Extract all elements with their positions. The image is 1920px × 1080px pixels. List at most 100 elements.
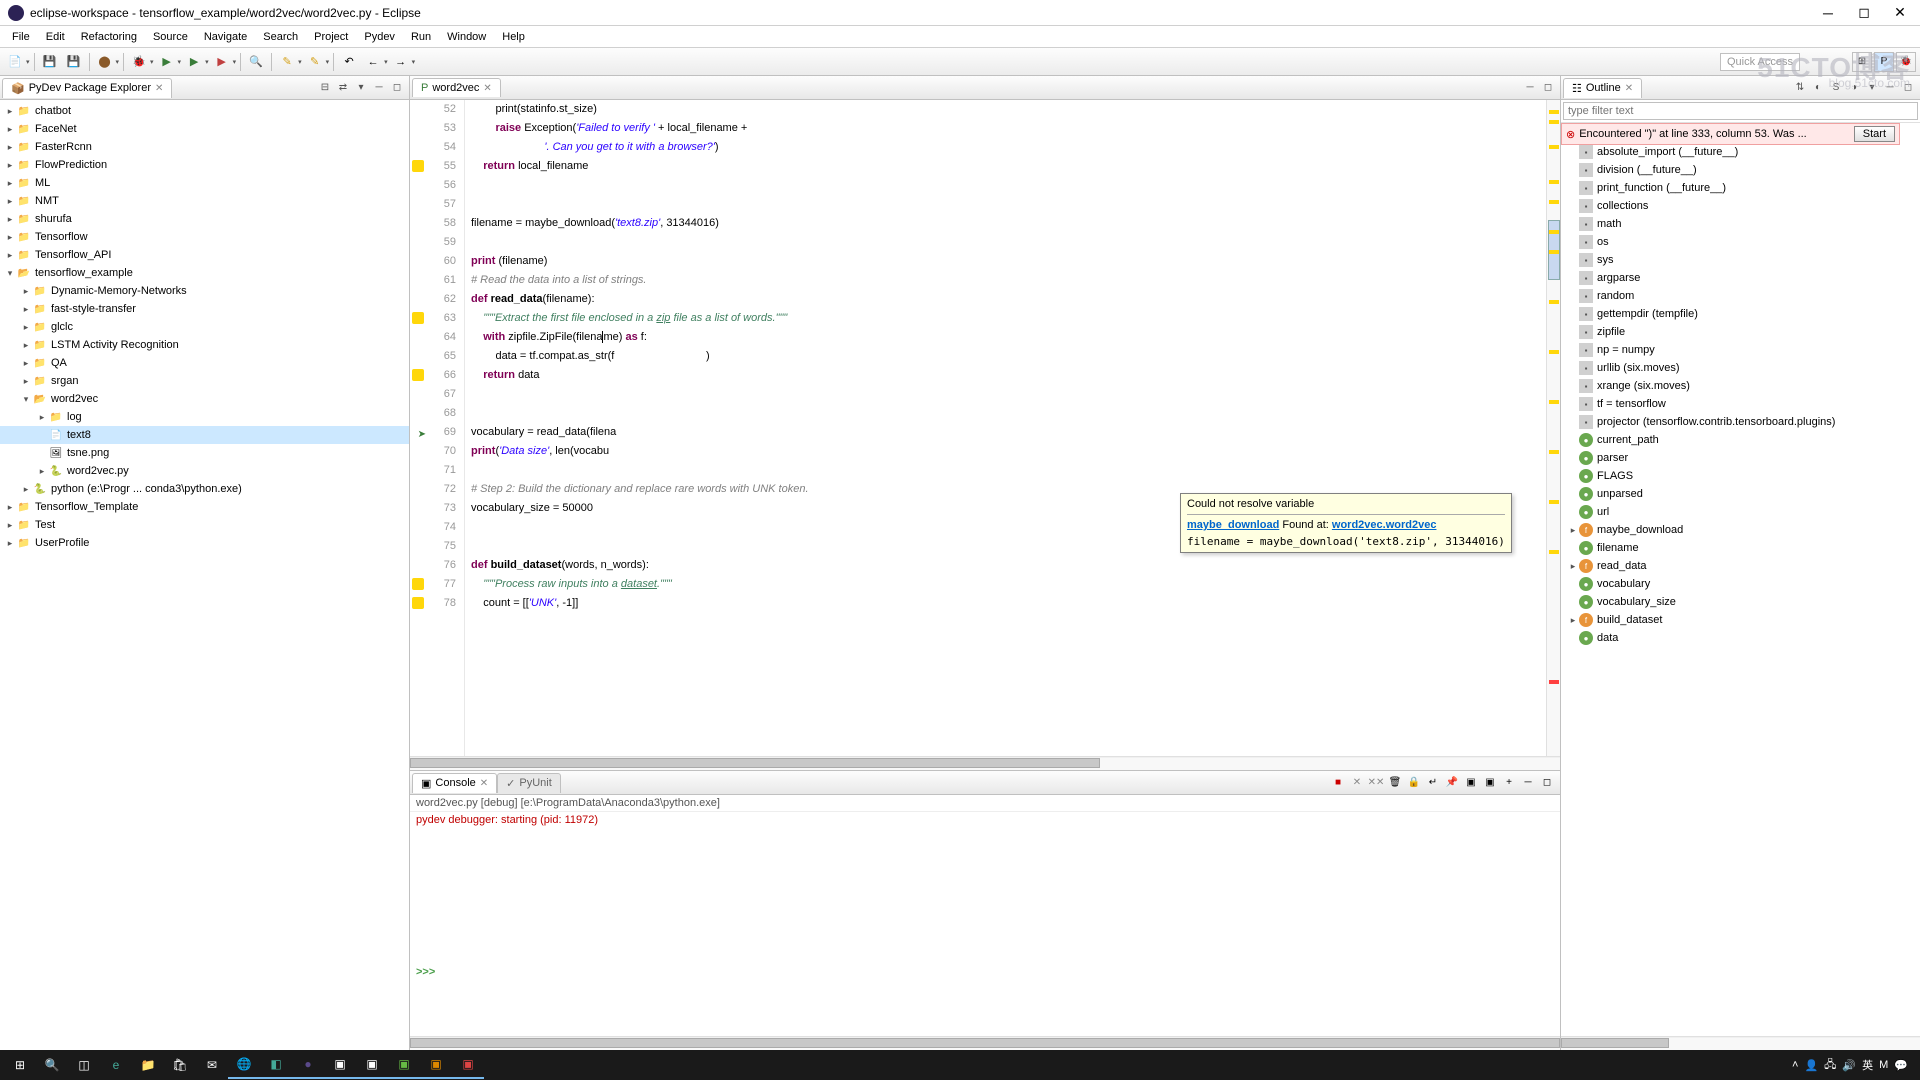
build-icon[interactable]: ⬤: [94, 51, 116, 73]
package-explorer-tab[interactable]: 📦 PyDev Package Explorer ✕: [2, 78, 172, 98]
code-line[interactable]: [465, 385, 1546, 404]
tree-toggle-icon[interactable]: ▸: [20, 376, 32, 387]
tree-item[interactable]: ▸📁QA: [0, 354, 409, 372]
package-tree[interactable]: ▸📁chatbot▸📁FaceNet▸📁FasterRcnn▸📁FlowPred…: [0, 100, 409, 1050]
outline-item[interactable]: ▪math: [1561, 215, 1920, 233]
last-edit-icon[interactable]: ↶: [338, 51, 360, 73]
code-editor[interactable]: 5253545556575859606162636465666768➤69707…: [410, 100, 1560, 756]
code-line[interactable]: [465, 233, 1546, 252]
outline-item[interactable]: ▪collections: [1561, 197, 1920, 215]
quick-access-input[interactable]: Quick Access: [1720, 53, 1800, 71]
outline-item[interactable]: ▪division (__future__): [1561, 161, 1920, 179]
minimize-button[interactable]: ─: [1816, 3, 1840, 23]
editor-hscroll[interactable]: [410, 756, 1560, 770]
task-view-icon[interactable]: ◫: [68, 1051, 100, 1079]
tree-item[interactable]: ▾📂tensorflow_example: [0, 264, 409, 282]
tree-toggle-icon[interactable]: ▾: [20, 394, 32, 405]
menu-pydev[interactable]: Pydev: [356, 29, 403, 45]
pin-console-icon[interactable]: 📌: [1443, 774, 1461, 792]
back-icon[interactable]: ←: [362, 51, 384, 73]
start-menu-icon[interactable]: ⊞: [4, 1051, 36, 1079]
hide-nonpublic-icon[interactable]: ◑: [1846, 80, 1862, 96]
tree-item[interactable]: ▸📁srgan: [0, 372, 409, 390]
tree-item[interactable]: ▸📁UserProfile: [0, 534, 409, 552]
terminate-icon[interactable]: ■: [1329, 774, 1347, 792]
warning-icon[interactable]: [412, 578, 424, 590]
tree-item[interactable]: ▸📁Tensorflow: [0, 228, 409, 246]
tree-item[interactable]: ▸📁glclc: [0, 318, 409, 336]
debug-perspective-icon[interactable]: 🐞: [1896, 52, 1916, 72]
code-line[interactable]: '. Can you get to it with a browser?'): [465, 138, 1546, 157]
save-icon[interactable]: 💾: [39, 51, 61, 73]
code-line[interactable]: vocabulary = read_data(filena: [465, 423, 1546, 442]
tree-item[interactable]: ▸📁FasterRcnn: [0, 138, 409, 156]
outline-item[interactable]: ▪gettempdir (tempfile): [1561, 305, 1920, 323]
open-perspective-icon[interactable]: ⊞: [1852, 52, 1872, 72]
code-line[interactable]: print('Data size', len(vocabu: [465, 442, 1546, 461]
tree-toggle-icon[interactable]: ▸: [4, 124, 16, 135]
code-line[interactable]: count = [['UNK', -1]]: [465, 594, 1546, 613]
save-all-icon[interactable]: 💾: [63, 51, 85, 73]
code-line[interactable]: return data: [465, 366, 1546, 385]
menu-edit[interactable]: Edit: [38, 29, 73, 45]
outline-filter-input[interactable]: [1563, 102, 1918, 120]
code-line[interactable]: return local_filename: [465, 157, 1546, 176]
remove-launch-icon[interactable]: ✕: [1348, 774, 1366, 792]
outline-item[interactable]: ●unparsed: [1561, 485, 1920, 503]
menu-file[interactable]: File: [4, 29, 38, 45]
code-line[interactable]: data = tf.compat.as_str(f ): [465, 347, 1546, 366]
tray-notification-icon[interactable]: 💬: [1894, 1059, 1908, 1072]
minimize-console-icon[interactable]: ─: [1519, 774, 1537, 792]
display-console-icon[interactable]: ▣: [1462, 774, 1480, 792]
outline-item[interactable]: ▪np = numpy: [1561, 341, 1920, 359]
start-button[interactable]: Start: [1854, 126, 1895, 142]
outline-item[interactable]: ▪zipfile: [1561, 323, 1920, 341]
mail-icon[interactable]: ✉: [196, 1051, 228, 1079]
tree-toggle-icon[interactable]: ▸: [20, 322, 32, 333]
outline-item[interactable]: ▪projector (tensorflow.contrib.tensorboa…: [1561, 413, 1920, 431]
tooltip-link-maybe-download[interactable]: maybe_download: [1187, 519, 1279, 531]
outline-item[interactable]: ▸fmaybe_download: [1561, 521, 1920, 539]
external-tools-icon[interactable]: ▶: [211, 51, 233, 73]
eclipse-task-icon[interactable]: ●: [292, 1051, 324, 1079]
hide-static-icon[interactable]: S: [1828, 80, 1844, 96]
menu-source[interactable]: Source: [145, 29, 196, 45]
tree-item[interactable]: ▸📁FaceNet: [0, 120, 409, 138]
editor-tab-word2vec[interactable]: P word2vec ✕: [412, 78, 501, 97]
outline-item[interactable]: ●filename: [1561, 539, 1920, 557]
outline-tree[interactable]: ⊗ Encountered ")" at line 333, column 53…: [1561, 123, 1920, 1036]
view-menu-icon[interactable]: ▾: [353, 80, 369, 96]
tree-item[interactable]: ▸📁LSTM Activity Recognition: [0, 336, 409, 354]
tree-toggle-icon[interactable]: ▸: [4, 520, 16, 531]
code-line[interactable]: def read_data(filename):: [465, 290, 1546, 309]
outline-item[interactable]: ●data: [1561, 629, 1920, 647]
hide-fields-icon[interactable]: ◐: [1810, 80, 1826, 96]
tree-item[interactable]: ▸📁NMT: [0, 192, 409, 210]
code-line[interactable]: print(statinfo.st_size): [465, 100, 1546, 119]
close-console-tab-icon[interactable]: ✕: [480, 778, 488, 789]
menu-refactoring[interactable]: Refactoring: [73, 29, 145, 45]
outline-toggle-icon[interactable]: ▸: [1567, 525, 1579, 536]
code-line[interactable]: """Process raw inputs into a dataset.""": [465, 575, 1546, 594]
tree-toggle-icon[interactable]: ▸: [4, 178, 16, 189]
tree-item[interactable]: ▸📁Tensorflow_Template: [0, 498, 409, 516]
remove-all-icon[interactable]: ✕✕: [1367, 774, 1385, 792]
maximize-console-icon[interactable]: ◻: [1538, 774, 1556, 792]
maximize-button[interactable]: ◻: [1852, 3, 1876, 23]
tree-toggle-icon[interactable]: ▸: [20, 304, 32, 315]
outline-item[interactable]: ▪xrange (six.moves): [1561, 377, 1920, 395]
tree-item[interactable]: ▸📁fast-style-transfer: [0, 300, 409, 318]
minimize-editor-icon[interactable]: ─: [1522, 80, 1538, 96]
tree-toggle-icon[interactable]: ▾: [4, 268, 16, 279]
outline-item[interactable]: ●vocabulary_size: [1561, 593, 1920, 611]
tree-toggle-icon[interactable]: ▸: [20, 340, 32, 351]
outline-item[interactable]: ▸fbuild_dataset: [1561, 611, 1920, 629]
outline-item[interactable]: ▪os: [1561, 233, 1920, 251]
tree-item[interactable]: ▸📁Tensorflow_API: [0, 246, 409, 264]
close-editor-tab-icon[interactable]: ✕: [483, 83, 491, 94]
pydev-perspective-icon[interactable]: P: [1874, 52, 1894, 72]
scroll-lock-icon[interactable]: 🔒: [1405, 774, 1423, 792]
new-icon[interactable]: 📄: [4, 51, 26, 73]
code-line[interactable]: filename = maybe_download('text8.zip', 3…: [465, 214, 1546, 233]
outline-item[interactable]: ●parser: [1561, 449, 1920, 467]
